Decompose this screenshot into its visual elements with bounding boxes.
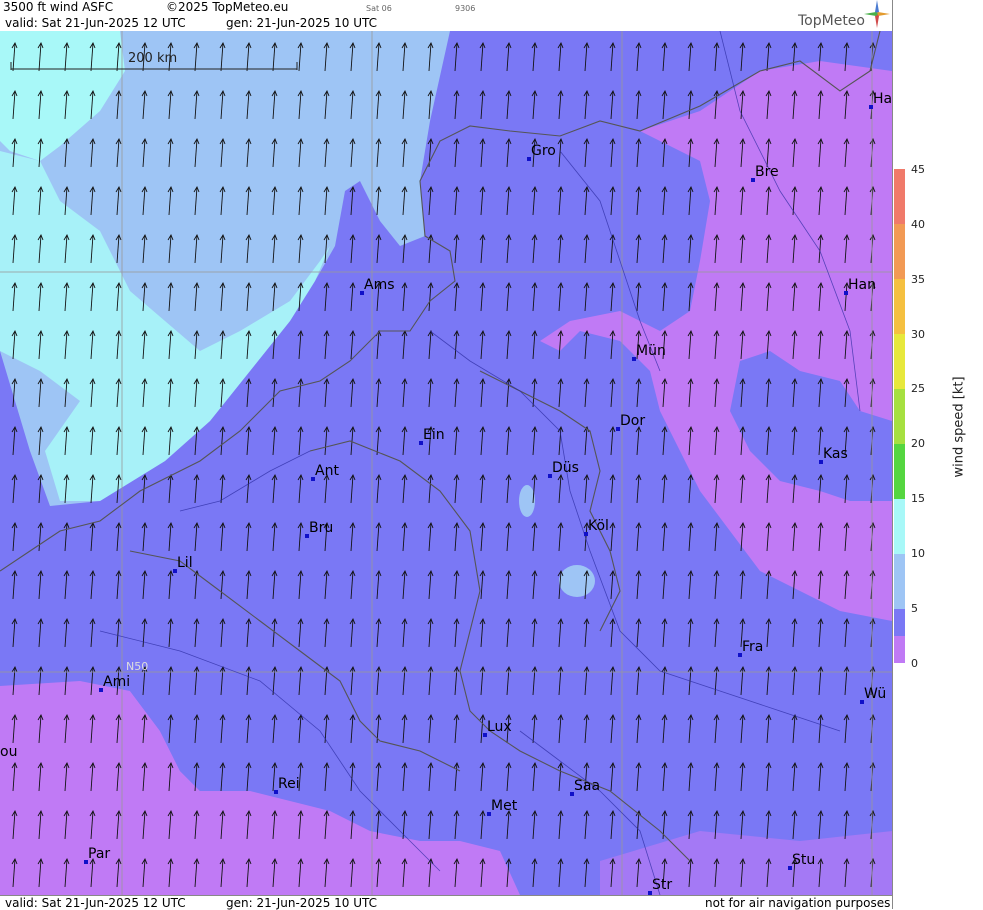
city-label: Han — [848, 277, 876, 293]
city-label: Ami — [103, 674, 131, 690]
day-code: Sat 06 — [366, 4, 392, 13]
city-label: Düs — [552, 460, 579, 476]
wind-speed-colorbar — [894, 169, 905, 663]
city-label: Mün — [636, 343, 666, 359]
city-label: Fra — [742, 639, 764, 655]
legend-panel — [892, 0, 983, 909]
city-label: Met — [491, 798, 518, 814]
valid-time: valid: Sat 21-Jun-2025 12 UTC — [5, 16, 186, 30]
legend-tick: 45 — [911, 163, 925, 176]
latitude-label-n50: N50 — [126, 660, 149, 673]
city-label: Gro — [531, 143, 556, 159]
gen-time: gen: 21-Jun-2025 10 UTC — [226, 16, 378, 30]
city-label: Wü — [864, 686, 887, 702]
city-label: Ha — [873, 91, 892, 107]
city-label: Ein — [423, 427, 445, 443]
legend-tick: 20 — [911, 437, 925, 450]
legend-tick: 0 — [911, 657, 918, 670]
city-label: Saa — [574, 778, 601, 794]
city-label: Köl — [588, 518, 609, 534]
footer-bar: valid: Sat 21-Jun-2025 12 UTC gen: 21-Ju… — [0, 895, 892, 910]
legend-tick: 30 — [911, 328, 925, 341]
city-label: Ant — [315, 463, 339, 479]
run-code: 9306 — [455, 4, 476, 13]
legend-tick: 10 — [911, 547, 925, 560]
city-label: Kas — [823, 446, 848, 462]
legend-tick: 40 — [911, 218, 925, 231]
footer-valid-time: valid: Sat 21-Jun-2025 12 UTC — [5, 896, 186, 910]
legend-tick: 35 — [911, 273, 925, 286]
city-label: Lux — [487, 719, 512, 735]
wind-speed-field — [0, 31, 892, 895]
city-label: Stu — [792, 852, 816, 868]
city-label: Bre — [755, 164, 779, 180]
compass-star-icon — [864, 0, 890, 28]
header-bar: 3500 ft wind ASFC ©2025 TopMeteo.eu Sat … — [0, 0, 892, 32]
city-label: Str — [652, 877, 673, 893]
legend-tick: 25 — [911, 382, 925, 395]
legend-label: wind speed [kt] — [951, 376, 967, 478]
product-title: 3500 ft wind ASFC — [3, 0, 114, 14]
city-label: Par — [88, 846, 111, 862]
footer-gen-time: gen: 21-Jun-2025 10 UTC — [226, 896, 378, 910]
topmeteo-logo-text: TopMeteo — [798, 13, 865, 29]
copyright: ©2025 TopMeteo.eu — [166, 0, 289, 14]
city-label: ou — [0, 744, 18, 760]
city-label: Lil — [177, 555, 193, 571]
disclaimer: not for air navigation purposes — [705, 896, 891, 910]
wind-map[interactable]: 200 km N50 Ha Gro Bre Ams Han Mün Ein Do… — [0, 31, 892, 895]
city-label: Ams — [364, 277, 395, 293]
city-label: Rei — [278, 776, 300, 792]
legend-tick: 5 — [911, 602, 918, 615]
legend-tick: 15 — [911, 492, 925, 505]
city-label: Bru — [309, 520, 334, 536]
city-label: Dor — [620, 413, 646, 429]
scale-label: 200 km — [128, 51, 178, 66]
